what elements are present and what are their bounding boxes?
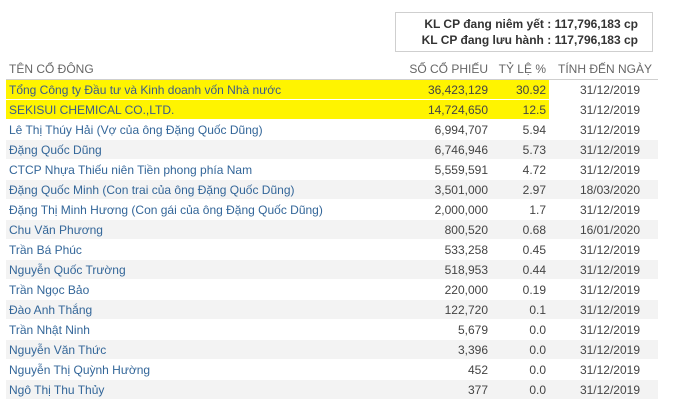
ratio-value: 0.0 xyxy=(491,359,549,380)
ratio-value: 0.68 xyxy=(491,219,549,240)
listed-shares-label: KL CP đang niêm yết : xyxy=(424,17,552,31)
ratio-value: 0.1 xyxy=(491,299,549,320)
outstanding-shares-line: KL CP đang lưu hành : 117,796,183 cp xyxy=(396,32,638,48)
outstanding-shares-label: KL CP đang lưu hành : xyxy=(421,33,552,47)
table-row: Lê Thị Thúy Hải (Vợ của ông Đặng Quốc Dũ… xyxy=(6,119,658,140)
share-count: 377 xyxy=(366,379,491,400)
shareholder-name-link[interactable]: Trần Bá Phúc xyxy=(6,239,366,260)
share-count: 36,423,129 xyxy=(366,79,491,100)
outstanding-shares-value: 117,796,183 cp xyxy=(554,33,638,47)
ratio-value: 12.5 xyxy=(491,99,549,120)
share-count: 6,746,946 xyxy=(366,139,491,160)
table-row: Nguyễn Văn Thức 3,396 0.0 31/12/2019 xyxy=(6,339,658,360)
table-body: Tổng Công ty Đầu tư và Kinh doanh vốn Nh… xyxy=(6,79,658,400)
listed-shares-line: KL CP đang niêm yết : 117,796,183 cp xyxy=(396,16,638,32)
as-of-date: 31/12/2019 xyxy=(549,339,658,360)
share-count: 2,000,000 xyxy=(366,199,491,220)
ratio-value: 4.72 xyxy=(491,159,549,180)
as-of-date: 31/12/2019 xyxy=(549,319,658,340)
table-row: Đặng Quốc Minh (Con trai của ông Đặng Qu… xyxy=(6,179,658,200)
header-shareholder-name: TÊN CỔ ĐÔNG xyxy=(6,59,366,80)
as-of-date: 31/12/2019 xyxy=(549,99,658,120)
shareholder-name-link[interactable]: SEKISUI CHEMICAL CO.,LTD. xyxy=(6,99,366,120)
shareholder-name-link[interactable]: Lê Thị Thúy Hải (Vợ của ông Đặng Quốc Dũ… xyxy=(6,119,366,140)
table-row: SEKISUI CHEMICAL CO.,LTD. 14,724,650 12.5 3… xyxy=(6,99,658,120)
as-of-date: 31/12/2019 xyxy=(549,199,658,220)
table-row: Chu Văn Phương 800,520 0.68 16/01/2020 xyxy=(6,219,658,240)
table-row: Trần Bá Phúc 533,258 0.45 31/12/2019 xyxy=(6,239,658,260)
shareholder-name-link[interactable]: Nguyễn Quốc Trường xyxy=(6,259,366,280)
table-row: Trần Nhật Ninh 5,679 0.0 31/12/2019 xyxy=(6,319,658,340)
share-count: 122,720 xyxy=(366,299,491,320)
as-of-date: 31/12/2019 xyxy=(549,79,658,100)
ratio-value: 30.92 xyxy=(491,79,549,100)
shareholder-name-link[interactable]: Ngô Thị Thu Thủy xyxy=(6,379,366,400)
share-count: 452 xyxy=(366,359,491,380)
shareholder-name-link[interactable]: Chu Văn Phương xyxy=(6,219,366,240)
shareholder-name-link[interactable]: Đặng Thị Minh Hương (Con gái của ông Đặn… xyxy=(6,199,366,220)
shareholder-name-link[interactable]: Đào Anh Thắng xyxy=(6,299,366,320)
shareholders-table: TÊN CỔ ĐÔNG SỐ CỔ PHIẾU TỶ LỆ % TÍNH ĐẾN… xyxy=(6,59,658,400)
ratio-value: 1.7 xyxy=(491,199,549,220)
shareholder-name-link[interactable]: Nguyễn Văn Thức xyxy=(6,339,366,360)
as-of-date: 31/12/2019 xyxy=(549,299,658,320)
ratio-value: 0.0 xyxy=(491,319,549,340)
as-of-date: 31/12/2019 xyxy=(549,359,658,380)
shareholder-name-link[interactable]: Trần Nhật Ninh xyxy=(6,319,366,340)
share-count: 5,679 xyxy=(366,319,491,340)
table-row: Nguyễn Thị Quỳnh Hường 452 0.0 31/12/2019 xyxy=(6,359,658,380)
table-row: CTCP Nhựa Thiếu niên Tiền phong phía Nam… xyxy=(6,159,658,180)
share-count: 518,953 xyxy=(366,259,491,280)
ratio-value: 0.0 xyxy=(491,339,549,360)
shareholder-name-link[interactable]: Trần Ngọc Bảo xyxy=(6,279,366,300)
table-row: Đặng Quốc Dũng 6,746,946 5.73 31/12/2019 xyxy=(6,139,658,160)
share-count: 3,501,000 xyxy=(366,179,491,200)
ratio-value: 0.45 xyxy=(491,239,549,260)
table-row: Đặng Thị Minh Hương (Con gái của ông Đặn… xyxy=(6,199,658,220)
ratio-value: 5.94 xyxy=(491,119,549,140)
shareholder-name-link[interactable]: Tổng Công ty Đầu tư và Kinh doanh vốn Nh… xyxy=(6,79,366,100)
as-of-date: 16/01/2020 xyxy=(549,219,658,240)
table-row: Ngô Thị Thu Thủy 377 0.0 31/12/2019 xyxy=(6,379,658,400)
share-count: 220,000 xyxy=(366,279,491,300)
shareholder-name-link[interactable]: Đặng Quốc Minh (Con trai của ông Đặng Qu… xyxy=(6,179,366,200)
table-row: Đào Anh Thắng 122,720 0.1 31/12/2019 xyxy=(6,299,658,320)
share-count: 6,994,707 xyxy=(366,119,491,140)
share-count: 3,396 xyxy=(366,339,491,360)
share-count: 533,258 xyxy=(366,239,491,260)
share-count: 5,559,591 xyxy=(366,159,491,180)
as-of-date: 31/12/2019 xyxy=(549,119,658,140)
ratio-value: 2.97 xyxy=(491,179,549,200)
as-of-date: 31/12/2019 xyxy=(549,139,658,160)
as-of-date: 18/03/2020 xyxy=(549,179,658,200)
share-summary-box: KL CP đang niêm yết : 117,796,183 cp KL … xyxy=(395,12,653,52)
as-of-date: 31/12/2019 xyxy=(549,159,658,180)
share-count: 800,520 xyxy=(366,219,491,240)
ratio-value: 5.73 xyxy=(491,139,549,160)
shareholder-name-link[interactable]: Nguyễn Thị Quỳnh Hường xyxy=(6,359,366,380)
shareholder-name-link[interactable]: CTCP Nhựa Thiếu niên Tiền phong phía Nam xyxy=(6,159,366,180)
listed-shares-value: 117,796,183 cp xyxy=(554,17,638,31)
table-row: Nguyễn Quốc Trường 518,953 0.44 31/12/2019 xyxy=(6,259,658,280)
header-ratio: TỶ LỆ % xyxy=(491,59,549,80)
table-row: Trần Ngọc Bảo 220,000 0.19 31/12/2019 xyxy=(6,279,658,300)
ratio-value: 0.19 xyxy=(491,279,549,300)
table-header-row: TÊN CỔ ĐÔNG SỐ CỔ PHIẾU TỶ LỆ % TÍNH ĐẾN… xyxy=(6,59,658,80)
as-of-date: 31/12/2019 xyxy=(549,279,658,300)
as-of-date: 31/12/2019 xyxy=(549,379,658,400)
table-row: Tổng Công ty Đầu tư và Kinh doanh vốn Nh… xyxy=(6,79,658,100)
as-of-date: 31/12/2019 xyxy=(549,239,658,260)
ratio-value: 0.0 xyxy=(491,379,549,400)
header-as-of-date: TÍNH ĐẾN NGÀY xyxy=(549,59,658,80)
header-share-count: SỐ CỔ PHIẾU xyxy=(366,59,491,80)
share-count: 14,724,650 xyxy=(366,99,491,120)
shareholder-name-link[interactable]: Đặng Quốc Dũng xyxy=(6,139,366,160)
as-of-date: 31/12/2019 xyxy=(549,259,658,280)
ratio-value: 0.44 xyxy=(491,259,549,280)
